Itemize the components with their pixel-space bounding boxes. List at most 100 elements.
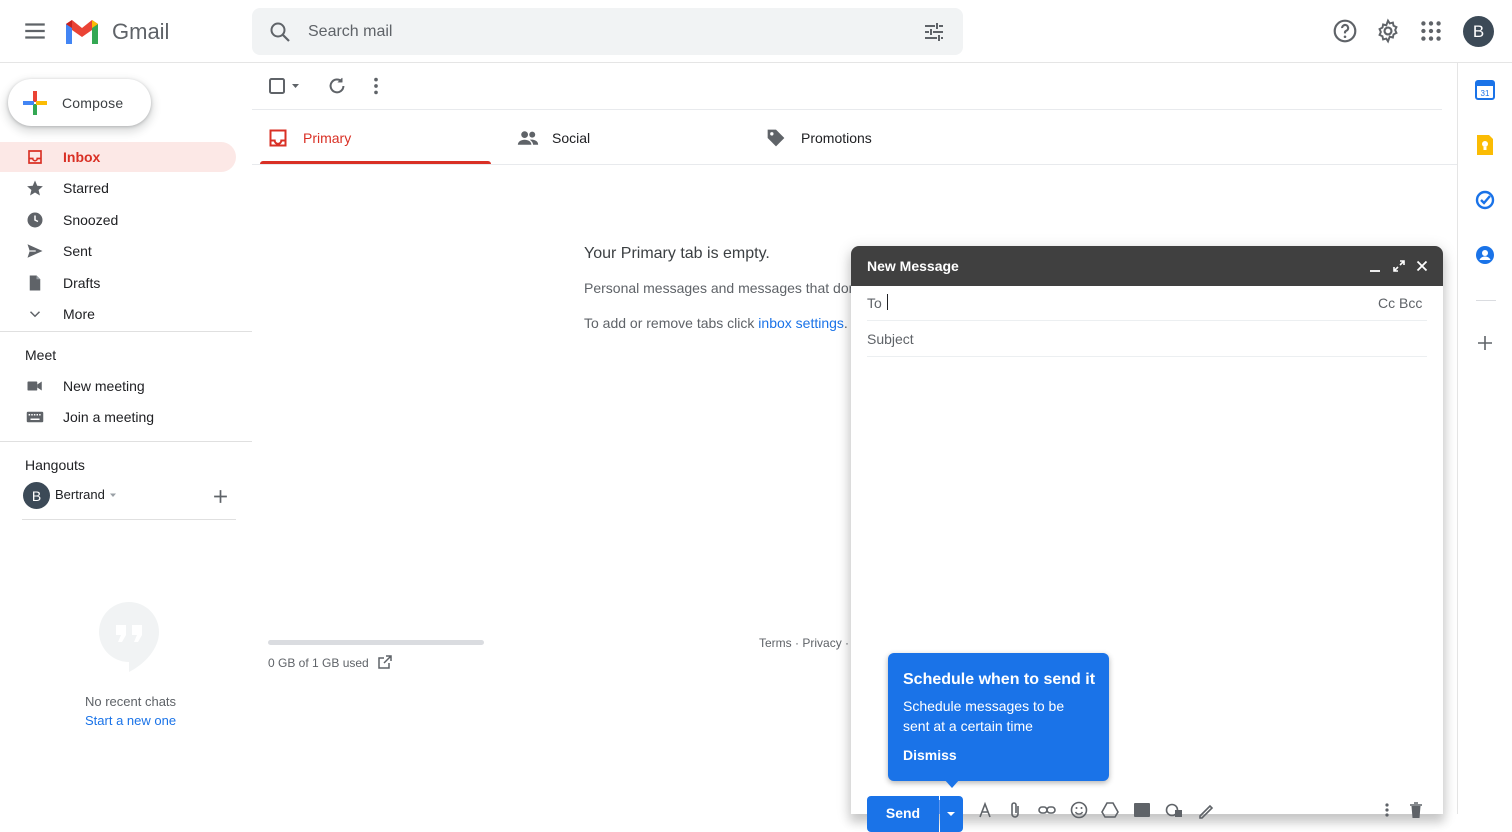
no-recent-chats-text: No recent chats [85,694,177,709]
fullscreen-icon[interactable] [1391,258,1407,274]
trash-icon[interactable] [1407,801,1425,819]
more-vert-icon [374,77,378,95]
terms-link[interactable]: Terms [759,636,792,650]
compose-label: Compose [62,94,124,111]
get-addons-button[interactable] [1475,333,1497,355]
confidential-icon[interactable] [1165,801,1183,819]
to-label: To [867,295,882,311]
logo-text: Gmail [112,19,170,44]
storage-bar [268,640,484,645]
hint-prefix: To add or remove tabs click [584,315,759,331]
hangouts-user-avatar[interactable]: B [23,482,50,509]
select-all-checkbox[interactable] [266,75,306,97]
sidebar-item-drafts[interactable]: Drafts [0,268,236,298]
sidebar-item-label: Sent [63,243,92,259]
sidebar-item-snoozed[interactable]: Snoozed [0,205,236,235]
star-icon [27,180,43,196]
photo-icon[interactable] [1133,801,1151,819]
formatting-icon[interactable] [976,801,994,819]
svg-text:31: 31 [1481,89,1490,98]
apps-grid-icon [1421,21,1441,41]
start-new-chat-link[interactable]: Start a new one [85,713,176,728]
search-icon[interactable] [268,20,292,44]
tasks-button[interactable] [1475,190,1497,212]
subject-input[interactable] [867,321,1427,356]
calendar-button[interactable]: 31 [1475,80,1497,102]
sidebar-item-inbox[interactable]: Inbox [0,142,236,172]
caret-down-icon[interactable] [108,490,118,500]
dismiss-button[interactable]: Dismiss [903,747,957,763]
sidebar-item-join-meeting[interactable]: Join a meeting [0,402,236,432]
hangouts-user-name[interactable]: Bertrand [55,487,105,502]
sidebar-item-starred[interactable]: Starred [0,173,236,203]
meet-section-title: Meet [25,347,57,363]
more-options-icon[interactable] [1378,801,1396,819]
sidebar-item-label: Snoozed [63,212,119,228]
close-icon[interactable] [1414,258,1430,274]
sidebar-item-more[interactable]: More [0,299,236,329]
footer-separator: · [795,636,800,650]
keep-button[interactable] [1475,135,1497,157]
sidebar-item-label: Join a meeting [63,409,155,425]
add-chat-icon[interactable] [212,488,229,505]
link-icon[interactable] [1038,801,1056,819]
app-header: Gmail B [0,0,1512,63]
compose-button[interactable]: Compose [8,79,151,126]
signature-icon[interactable] [1197,801,1215,819]
main-menu-button[interactable] [22,18,48,44]
to-input[interactable] [887,285,1367,320]
side-panel: 31 [1457,63,1512,814]
sidebar-item-sent[interactable]: Sent [0,236,236,266]
tag-icon [767,129,785,147]
tab-promotions[interactable]: Promotions [758,110,989,165]
apps-button[interactable] [1418,18,1444,44]
tooltip-body-line-2: sent at a certain time [903,718,1033,734]
draft-icon [29,275,41,291]
refresh-button[interactable] [326,75,348,97]
drive-icon[interactable] [1101,801,1119,819]
sidebar-item-label: Drafts [63,275,101,291]
empty-tab-title: Your Primary tab is empty. [584,245,770,262]
search-input[interactable] [308,8,908,55]
compose-title: New Message [867,258,959,274]
attach-icon[interactable] [1006,801,1024,819]
storage-text: 0 GB of 1 GB used [268,656,369,670]
chevron-down-icon [29,311,41,318]
help-button[interactable] [1332,18,1358,44]
inbox-settings-link[interactable]: inbox settings [758,315,844,331]
tab-social[interactable]: Social [509,110,740,165]
send-button[interactable]: Send [867,796,939,832]
footer-separator: · [845,636,850,650]
clock-icon [27,212,43,228]
minimize-icon[interactable] [1367,258,1383,274]
emoji-icon[interactable] [1070,801,1088,819]
to-row: To Cc Bcc [867,285,1427,321]
search-options-icon[interactable] [922,20,946,44]
compose-header[interactable]: New Message [851,246,1443,286]
open-in-new-icon[interactable] [377,654,393,670]
cc-bcc-button[interactable]: Cc Bcc [1378,295,1422,311]
tabs-divider [252,164,1458,165]
send-divider [939,800,940,814]
search-bar[interactable] [252,8,963,55]
gmail-logo[interactable]: Gmail [64,16,184,48]
tab-label: Primary [303,130,352,146]
caret-down-icon [947,812,955,816]
contacts-button[interactable] [1475,245,1497,267]
hint-suffix: . [843,315,848,331]
sidebar-item-label: More [63,306,95,322]
more-actions-button[interactable] [365,75,387,97]
sidebar-divider [0,331,252,332]
sidebar-divider [0,441,252,442]
checkbox-icon [269,78,299,94]
tab-primary[interactable]: Primary [260,110,491,165]
sidebar-item-new-meeting[interactable]: New meeting [0,371,236,401]
compose-plus-icon [23,90,47,115]
privacy-link[interactable]: Privacy [802,636,841,650]
account-avatar[interactable]: B [1463,16,1494,47]
send-options-button[interactable] [940,796,963,832]
side-panel-divider [1476,300,1496,301]
plus-icon [1478,336,1492,350]
inbox-icon [28,150,42,164]
settings-button[interactable] [1375,18,1401,44]
